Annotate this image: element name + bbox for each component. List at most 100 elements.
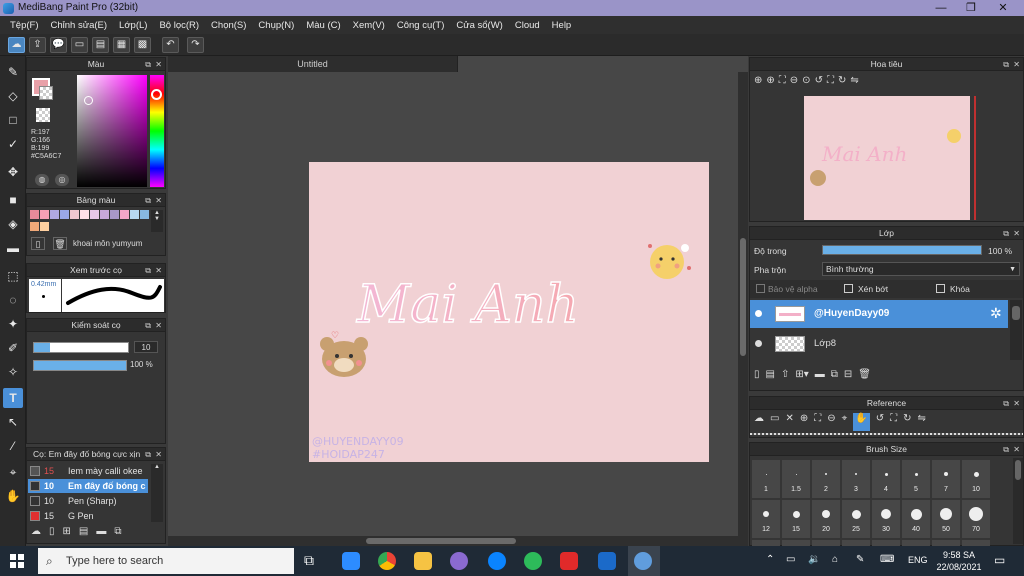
brush-item[interactable]: 15 Iem mày calli okee bbox=[28, 464, 148, 478]
palette-scroll[interactable]: ▲ ▼ bbox=[151, 210, 163, 232]
brush-size-cell[interactable]: 3 bbox=[842, 460, 870, 498]
menu-tools[interactable]: Công cụ(T) bbox=[391, 20, 451, 31]
palette-swatch[interactable] bbox=[110, 210, 119, 219]
select-pen-icon[interactable]: ✐ bbox=[3, 338, 23, 358]
vertical-scroll-thumb[interactable] bbox=[740, 238, 746, 356]
layer-row[interactable]: Lớp8 bbox=[750, 330, 1008, 358]
pen-tool-icon[interactable]: ✓ bbox=[3, 134, 23, 154]
brush-size-cell[interactable]: 10 bbox=[962, 460, 990, 498]
close-icon[interactable]: ✕ bbox=[155, 448, 162, 461]
gear-icon[interactable]: ✲ bbox=[990, 305, 1002, 322]
task-view-icon[interactable]: ⧉ bbox=[304, 552, 314, 569]
menu-help[interactable]: Help bbox=[546, 20, 578, 31]
clock[interactable]: 9:58 SA 22/08/2021 bbox=[934, 549, 984, 573]
fit-icon[interactable]: ⛶ bbox=[814, 413, 821, 431]
brush-settings-icon[interactable]: ▤ bbox=[79, 526, 88, 542]
cloud-brush-icon[interactable]: ☁ bbox=[31, 526, 41, 542]
menu-edit[interactable]: Chỉnh sửa(E) bbox=[45, 20, 114, 31]
brush-tool-icon[interactable]: ✎ bbox=[3, 62, 23, 82]
undock-icon[interactable]: ⧉ bbox=[145, 58, 151, 71]
palette-swatch[interactable] bbox=[120, 210, 129, 219]
undock-icon[interactable]: ⧉ bbox=[1003, 58, 1009, 71]
brush-size-slider[interactable] bbox=[33, 342, 129, 353]
add-brush-icon[interactable]: ⊞ bbox=[63, 526, 71, 542]
palette-swatch[interactable] bbox=[130, 210, 139, 219]
layout-icon[interactable]: ▩ bbox=[134, 37, 151, 53]
fullscreen-icon[interactable]: ⛶ bbox=[890, 413, 897, 431]
zoom-in-plus-icon[interactable]: ⊕ bbox=[766, 75, 774, 93]
close-icon[interactable]: ✕ bbox=[1013, 397, 1020, 410]
close-button[interactable]: ✕ bbox=[988, 1, 1018, 15]
folder-icon[interactable]: ▬ bbox=[815, 369, 825, 387]
wps-icon[interactable] bbox=[560, 552, 578, 570]
bucket-tool-icon[interactable]: ◈ bbox=[3, 214, 23, 234]
palette-swatch[interactable] bbox=[70, 210, 79, 219]
new-brush-icon[interactable]: ▯ bbox=[49, 526, 55, 542]
merge-layer-icon[interactable]: ⊟ bbox=[844, 369, 852, 387]
layer-opacity-slider[interactable] bbox=[822, 245, 982, 255]
menu-snap[interactable]: Chụp(N) bbox=[252, 20, 300, 31]
select-rect-icon[interactable]: ⬚ bbox=[3, 266, 23, 286]
clipping-checkbox[interactable] bbox=[844, 284, 853, 293]
palette-swatch[interactable] bbox=[90, 210, 99, 219]
brush-item-selected[interactable]: 10 Em đây đố bóng c bbox=[28, 479, 148, 493]
fullscreen-icon[interactable]: ⛶ bbox=[827, 75, 834, 93]
flip-icon[interactable]: ⇋ bbox=[850, 75, 858, 93]
undock-icon[interactable]: ⧉ bbox=[145, 194, 151, 207]
palette-swatch[interactable] bbox=[100, 210, 109, 219]
divide-tool-icon[interactable]: ⁄ bbox=[3, 436, 23, 456]
palette-swatch[interactable] bbox=[60, 210, 69, 219]
palette-swatch[interactable] bbox=[30, 210, 39, 219]
brush-size-cell[interactable]: 50 bbox=[932, 500, 960, 538]
text-tool-icon[interactable]: T bbox=[3, 388, 23, 408]
color-swap-icon[interactable]: ◎ bbox=[55, 174, 69, 186]
chevron-up-icon[interactable]: ⌃ bbox=[766, 554, 774, 565]
undock-icon[interactable]: ⧉ bbox=[145, 264, 151, 277]
close-icon[interactable]: ✕ bbox=[155, 194, 162, 207]
upload-icon[interactable]: ⇪ bbox=[29, 37, 46, 53]
cloud-icon[interactable]: ☁ bbox=[8, 37, 25, 53]
brush-size-cell[interactable]: 70 bbox=[962, 500, 990, 538]
select-eraser-icon[interactable]: ✧ bbox=[3, 362, 23, 382]
hand-icon[interactable]: ✋ bbox=[853, 413, 870, 431]
actual-size-icon[interactable]: ⊙ bbox=[802, 75, 810, 93]
menu-file[interactable]: Tệp(F) bbox=[4, 20, 45, 31]
new-layer-copy-icon[interactable]: ▤ bbox=[766, 369, 775, 387]
protect-alpha-checkbox[interactable] bbox=[756, 284, 765, 293]
palette-swatch[interactable] bbox=[40, 221, 49, 231]
zalo-icon[interactable] bbox=[488, 552, 506, 570]
brush-size-scrollbar[interactable] bbox=[1013, 458, 1023, 544]
import-layer-icon[interactable]: ⇧ bbox=[781, 369, 789, 387]
undock-icon[interactable]: ⧉ bbox=[1003, 443, 1009, 456]
hue-slider[interactable] bbox=[150, 75, 164, 187]
zoom-out-icon[interactable]: ⊖ bbox=[790, 75, 798, 93]
vertical-scrollbar[interactable] bbox=[738, 72, 748, 536]
notification-icon[interactable]: ▭ bbox=[994, 553, 1005, 567]
palette-name[interactable]: khoai môn yumyum bbox=[73, 239, 142, 248]
taskbar-search[interactable]: ⌕ Type here to search bbox=[38, 548, 294, 574]
cloud-icon[interactable]: ☁ bbox=[754, 413, 764, 431]
undo-icon[interactable]: ↶ bbox=[162, 37, 179, 53]
eyedropper-icon[interactable]: ⌖ bbox=[3, 462, 23, 482]
palette-swatch[interactable] bbox=[40, 210, 49, 219]
close-icon[interactable]: ✕ bbox=[155, 319, 162, 332]
palette-swatch[interactable] bbox=[80, 210, 89, 219]
eye-icon[interactable] bbox=[755, 340, 762, 347]
horizontal-scrollbar[interactable] bbox=[168, 536, 748, 546]
close-icon[interactable]: ✕ bbox=[155, 58, 162, 71]
brush-size-cell[interactable]: 5 bbox=[902, 460, 930, 498]
document-tab[interactable]: Untitled bbox=[168, 56, 458, 72]
rotate-right-icon[interactable]: ↻ bbox=[903, 413, 911, 431]
eyedropper-icon[interactable]: ⌖ bbox=[842, 413, 848, 431]
grid-icon[interactable]: ▦ bbox=[113, 37, 130, 53]
battery-icon[interactable]: ▭ bbox=[786, 554, 795, 565]
new-palette-icon[interactable]: ▯ bbox=[31, 237, 45, 250]
brush-size-cell[interactable]: 1 bbox=[752, 460, 780, 498]
close-reference-icon[interactable]: ✕ bbox=[785, 413, 793, 431]
brush-size-cell[interactable]: 4 bbox=[872, 460, 900, 498]
keyboard-icon[interactable]: ⌨ bbox=[880, 554, 894, 565]
brush-size-cell[interactable]: 15 bbox=[782, 500, 810, 538]
lock-checkbox[interactable] bbox=[936, 284, 945, 293]
drawing-canvas[interactable]: Mai Anh ♡ @HUYENDAYY09 #HOIDAP247 bbox=[309, 162, 709, 462]
undock-icon[interactable]: ⧉ bbox=[1003, 397, 1009, 410]
